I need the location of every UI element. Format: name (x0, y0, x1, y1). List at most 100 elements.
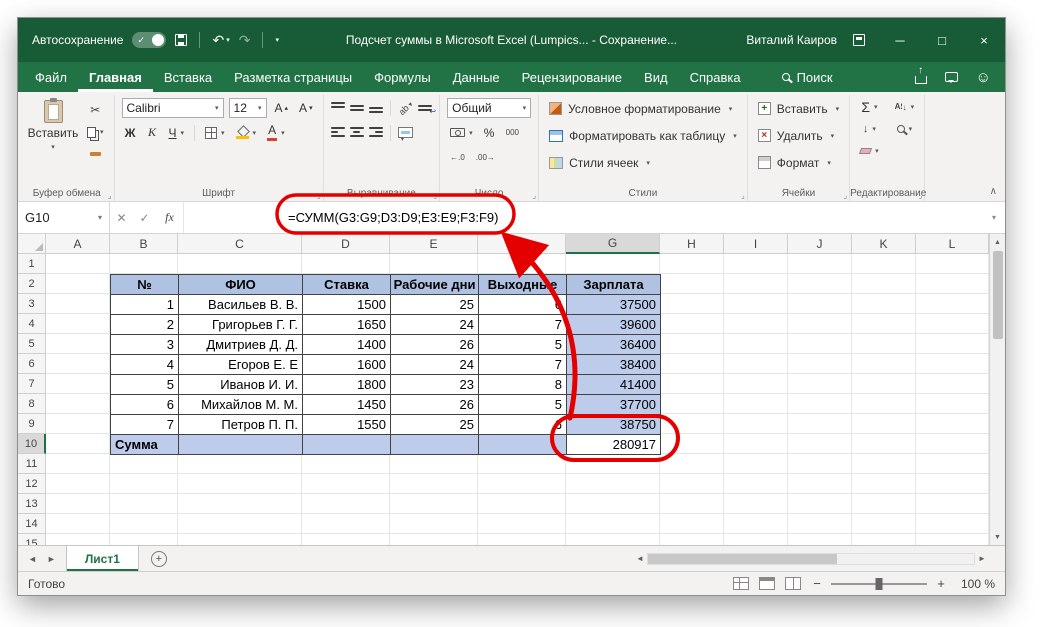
cell-H15[interactable] (660, 534, 724, 545)
row-header-6[interactable]: 6 (18, 354, 46, 374)
cell-G6[interactable]: 38400 (567, 355, 661, 375)
cell-B6[interactable]: 4 (111, 355, 179, 375)
cell-K7[interactable] (852, 374, 916, 394)
cell-I8[interactable] (724, 394, 788, 414)
bold-button[interactable]: Ж (122, 123, 139, 143)
cell-F11[interactable] (478, 454, 566, 474)
cell-L3[interactable] (916, 294, 989, 314)
font-size-select[interactable]: 12 (228, 97, 267, 118)
cell-C8[interactable]: Михайлов М. М. (179, 395, 303, 415)
scroll-down-icon[interactable]: ▼ (990, 529, 1005, 545)
cell-B11[interactable] (110, 454, 178, 474)
tab-data[interactable]: Данные (442, 62, 511, 92)
row-header-14[interactable]: 14 (18, 514, 46, 534)
sheet-nav-right-icon[interactable]: ► (47, 554, 56, 564)
cell-H8[interactable] (660, 394, 724, 414)
cell-H4[interactable] (660, 314, 724, 334)
cell-J15[interactable] (788, 534, 852, 545)
cell-E11[interactable] (390, 454, 478, 474)
zoom-out-button[interactable]: − (811, 576, 823, 591)
cell-D14[interactable] (302, 514, 390, 534)
paste-button[interactable]: Вставить (27, 97, 79, 164)
cell-J4[interactable] (788, 314, 852, 334)
cell-I12[interactable] (724, 474, 788, 494)
cancel-icon[interactable]: ✕ (110, 202, 133, 233)
cell-D6[interactable]: 1600 (303, 355, 391, 375)
cell-H13[interactable] (660, 494, 724, 514)
decrease-decimal-icon[interactable]: .00→ (473, 148, 498, 168)
formula-bar-expand-icon[interactable]: ▾ (983, 202, 1005, 233)
minimize-button[interactable]: ─ (879, 18, 921, 62)
cell-E12[interactable] (390, 474, 478, 494)
cell-L2[interactable] (916, 274, 989, 294)
cell-I7[interactable] (724, 374, 788, 394)
cell-G5[interactable]: 36400 (567, 335, 661, 355)
cell-F14[interactable] (478, 514, 566, 534)
borders-button[interactable] (202, 123, 228, 143)
cell-H5[interactable] (660, 334, 724, 354)
cell-H2[interactable] (660, 274, 724, 294)
horizontal-scrollbar[interactable]: ◄ ► (633, 546, 989, 571)
tab-review[interactable]: Рецензирование (511, 62, 633, 92)
row-header-3[interactable]: 3 (18, 294, 46, 314)
cell-D1[interactable] (302, 254, 390, 274)
horizontal-scrollbar-track[interactable] (647, 552, 975, 565)
column-header-B[interactable]: B (110, 234, 178, 254)
cell-F12[interactable] (478, 474, 566, 494)
accounting-format-button[interactable] (447, 123, 476, 143)
cell-H1[interactable] (660, 254, 724, 274)
column-header-H[interactable]: H (660, 234, 724, 254)
find-select-button[interactable] (892, 119, 918, 139)
cell-L1[interactable] (916, 254, 989, 274)
cell-B13[interactable] (110, 494, 178, 514)
row-header-7[interactable]: 7 (18, 374, 46, 394)
cell-I10[interactable] (724, 434, 788, 454)
comments-icon[interactable] (944, 72, 958, 83)
cell-D8[interactable]: 1450 (303, 395, 391, 415)
collapse-ribbon-icon[interactable]: ∧ (990, 186, 997, 197)
cell-E14[interactable] (390, 514, 478, 534)
cell-D9[interactable]: 1550 (303, 415, 391, 435)
number-format-select[interactable]: Общий (447, 97, 532, 118)
delete-cells-button[interactable]: × Удалить (755, 124, 842, 147)
zoom-level[interactable]: 100 % (957, 577, 995, 591)
row-header-8[interactable]: 8 (18, 394, 46, 414)
cell-E10[interactable] (391, 435, 479, 455)
cell-B3[interactable]: 1 (111, 295, 179, 315)
cell-B12[interactable] (110, 474, 178, 494)
cell-I2[interactable] (724, 274, 788, 294)
align-center-icon[interactable] (349, 127, 364, 138)
cell-D3[interactable]: 1500 (303, 295, 391, 315)
cell-K1[interactable] (852, 254, 916, 274)
cell-K8[interactable] (852, 394, 916, 414)
column-header-C[interactable]: C (178, 234, 302, 254)
cell-E3[interactable]: 25 (391, 295, 479, 315)
cell-F9[interactable]: 6 (479, 415, 567, 435)
cell-F3[interactable]: 6 (479, 295, 567, 315)
align-middle-icon[interactable] (349, 102, 364, 113)
scroll-up-icon[interactable]: ▲ (990, 234, 1005, 250)
column-header-D[interactable]: D (302, 234, 390, 254)
ribbon-display-options-icon[interactable] (853, 34, 865, 46)
add-sheet-button[interactable]: + (150, 550, 167, 567)
cell-G4[interactable]: 39600 (567, 315, 661, 335)
customize-quick-access-button[interactable]: ▾ (275, 37, 279, 44)
increase-font-size-button[interactable]: А ▴ (272, 98, 292, 118)
cell-H14[interactable] (660, 514, 724, 534)
cell-I15[interactable] (724, 534, 788, 545)
comma-style-button[interactable]: 000 (503, 123, 522, 143)
cell-D7[interactable]: 1800 (303, 375, 391, 395)
column-header-G[interactable]: G (566, 234, 660, 254)
cell-B1[interactable] (110, 254, 178, 274)
cut-button[interactable]: ✂ (84, 100, 107, 120)
cell-B15[interactable] (110, 534, 178, 545)
maximize-button[interactable]: □ (921, 18, 963, 62)
tab-help[interactable]: Справка (679, 62, 752, 92)
cell-L9[interactable] (916, 414, 989, 434)
cell-L8[interactable] (916, 394, 989, 414)
redo-button[interactable]: ↷ (239, 32, 251, 49)
clear-button[interactable] (857, 141, 882, 161)
view-page-break-icon[interactable] (785, 577, 801, 590)
cell-K6[interactable] (852, 354, 916, 374)
insert-function-icon[interactable]: fx (156, 202, 184, 233)
